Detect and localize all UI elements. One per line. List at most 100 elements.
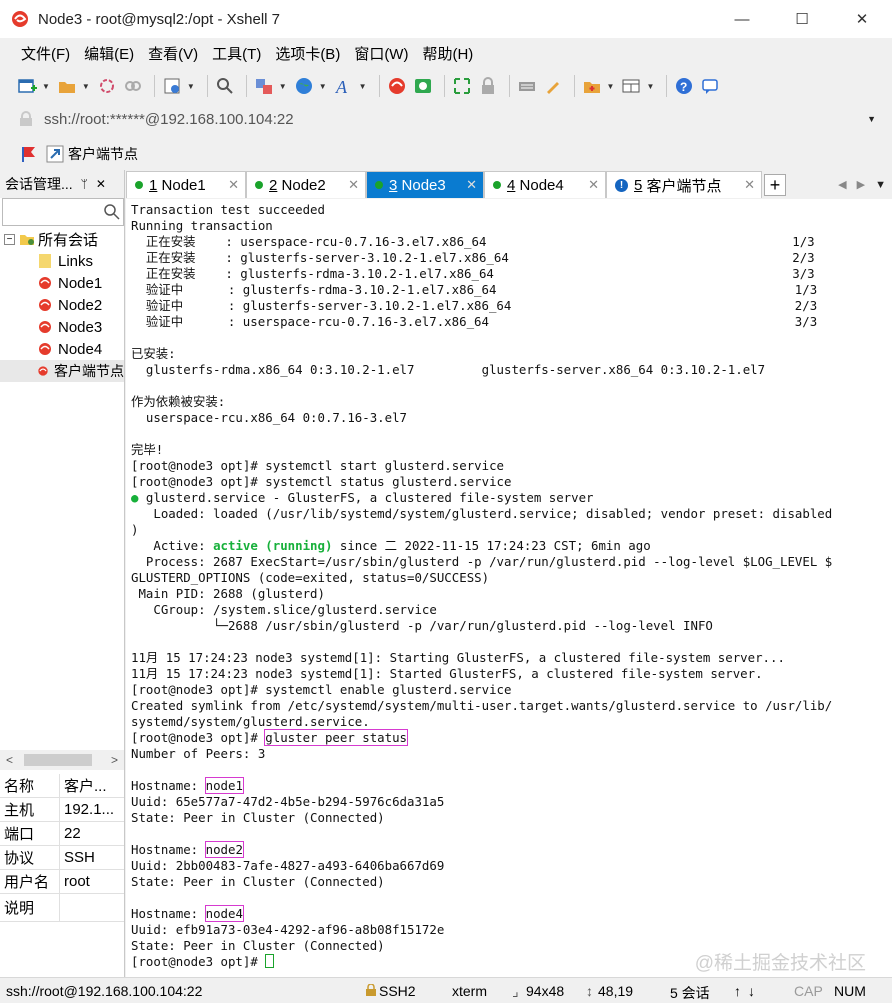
menu-tools[interactable]: 工具(T): [205, 43, 268, 64]
connected-dot-icon: [255, 181, 263, 189]
toolbar-divider: [573, 75, 575, 97]
tree-item-client-node[interactable]: 客户端节点: [0, 360, 124, 382]
layout-icon[interactable]: [620, 75, 642, 97]
close-icon[interactable]: ✕: [96, 177, 106, 191]
tab-next-icon[interactable]: ▶: [857, 178, 865, 191]
menu-tabs[interactable]: 选项卡(B): [268, 43, 347, 64]
close-tab-icon[interactable]: ✕: [228, 177, 239, 193]
collapse-icon[interactable]: −: [4, 233, 15, 245]
fullscreen-icon[interactable]: [451, 75, 473, 97]
tree-item-node1[interactable]: Node1: [0, 272, 124, 294]
terminal-line: 验证中 : glusterfs-rdma-3.10.2-1.el7.x86_64…: [131, 282, 818, 297]
close-tab-icon[interactable]: ✕: [466, 177, 477, 193]
address-text[interactable]: ssh://root:******@192.168.100.104:22: [44, 111, 867, 128]
reconnect-icon[interactable]: [96, 75, 118, 97]
tab-prev-icon[interactable]: ◀: [838, 178, 846, 191]
open-folder-icon[interactable]: [56, 75, 78, 97]
property-key: 主机: [0, 798, 60, 821]
menu-edit[interactable]: 编辑(E): [77, 43, 141, 64]
scrollbar-thumb[interactable]: [24, 754, 92, 766]
tab-client-node[interactable]: ! 5 客户端节点 ✕: [606, 171, 762, 198]
sessions-up-icon[interactable]: ↑: [734, 983, 741, 999]
close-window-button[interactable]: ✕: [832, 0, 892, 38]
terminal-line: Hostname: node2: [131, 841, 244, 858]
status-connection: ssh://root@192.168.100.104:22: [6, 983, 203, 999]
pin-icon[interactable]: ᛘ: [81, 177, 88, 191]
menu-window[interactable]: 窗口(W): [347, 43, 415, 64]
menu-file[interactable]: 文件(F): [14, 43, 77, 64]
connected-dot-icon: [135, 181, 143, 189]
lock-icon[interactable]: [477, 75, 499, 97]
scroll-left-icon[interactable]: <: [6, 753, 13, 767]
session-search-input[interactable]: [2, 198, 124, 226]
tab-node4[interactable]: 4 Node4 ✕: [484, 171, 606, 198]
cursor-position-icon: ↕: [586, 983, 593, 999]
status-sessions[interactable]: 5 会话: [670, 983, 710, 1003]
watermark: @稀土掘金技术社区: [694, 953, 866, 974]
session-manager-panel: 会话管理... ᛘ ✕ − 所有会话 Links Node1 Node2 Nod…: [0, 170, 125, 977]
new-folder-icon[interactable]: [581, 75, 603, 97]
toolbar-divider: [443, 75, 445, 97]
status-cursor-position: 48,19: [598, 983, 634, 999]
transfer-icon[interactable]: [253, 75, 275, 97]
status-protocol: SSH2: [379, 983, 416, 999]
xshell-icon[interactable]: [386, 75, 408, 97]
chevron-down-icon[interactable]: ▼: [187, 82, 195, 91]
status-bar: ssh://root@192.168.100.104:22 SSH2 xterm…: [0, 977, 892, 1003]
chevron-down-icon[interactable]: ▼: [646, 82, 654, 91]
chevron-down-icon[interactable]: ▼: [82, 82, 90, 91]
properties-icon[interactable]: [161, 75, 183, 97]
terminal-view[interactable]: Transaction test succeeded Running transa…: [126, 199, 892, 977]
tree-item-links[interactable]: Links: [0, 250, 124, 272]
terminal-line: Active: active (running) since 二 2022-11…: [131, 538, 651, 553]
tree-item-node4[interactable]: Node4: [0, 338, 124, 360]
help-icon[interactable]: ?: [673, 75, 695, 97]
font-icon[interactable]: A: [333, 75, 355, 97]
chevron-down-icon[interactable]: ▼: [867, 114, 876, 124]
highlight-icon[interactable]: [542, 75, 564, 97]
terminal-line: userspace-rcu.x86_64 0:0.7.16-3.el7: [131, 410, 408, 425]
property-value: 22: [64, 825, 81, 842]
chat-icon[interactable]: [699, 75, 721, 97]
add-tab-button[interactable]: +: [764, 174, 786, 196]
minimize-button[interactable]: —: [712, 0, 772, 38]
status-size: 94x48: [526, 983, 565, 999]
menu-help[interactable]: 帮助(H): [415, 43, 480, 64]
property-value: [60, 894, 124, 921]
tab-node2[interactable]: 2 Node2 ✕: [246, 171, 366, 198]
chevron-down-icon[interactable]: ▼: [607, 82, 615, 91]
globe-icon[interactable]: [293, 75, 315, 97]
session-icon: [39, 343, 51, 355]
horizontal-scrollbar[interactable]: < >: [0, 750, 124, 770]
new-session-icon[interactable]: [16, 75, 38, 97]
tree-item-node2[interactable]: Node2: [0, 294, 124, 316]
close-tab-icon[interactable]: ✕: [588, 177, 599, 193]
quick-link-client-node[interactable]: 客户端节点: [68, 144, 138, 164]
menu-view[interactable]: 查看(V): [141, 43, 205, 64]
shortcut-arrow-icon[interactable]: [46, 145, 64, 163]
bookmark-flag-icon[interactable]: [20, 145, 38, 163]
chevron-down-icon[interactable]: ▼: [279, 82, 287, 91]
tree-item-node3[interactable]: Node3: [0, 316, 124, 338]
tab-node3[interactable]: 3 Node3 ✕: [366, 171, 484, 198]
disconnect-icon[interactable]: [122, 75, 144, 97]
chevron-down-icon[interactable]: ▼: [359, 82, 367, 91]
xftp-icon[interactable]: [412, 75, 434, 97]
address-bar[interactable]: ssh://root:******@192.168.100.104:22 ▼: [12, 104, 884, 134]
close-tab-icon[interactable]: ✕: [744, 177, 755, 193]
tree-item-all-sessions[interactable]: − 所有会话: [0, 228, 124, 250]
chevron-down-icon[interactable]: ▼: [42, 82, 50, 91]
tab-node1[interactable]: 1 Node1 ✕: [126, 171, 246, 198]
terminal-line: ● glusterd.service - GlusterFS, a cluste…: [131, 490, 594, 505]
find-icon[interactable]: [214, 75, 236, 97]
tab-list-chevron-icon[interactable]: ▼: [875, 179, 886, 191]
sessions-down-icon[interactable]: ↓: [748, 983, 755, 999]
search-icon[interactable]: [103, 203, 121, 221]
close-tab-icon[interactable]: ✕: [348, 177, 359, 193]
maximize-button[interactable]: ☐: [772, 0, 832, 38]
scroll-right-icon[interactable]: >: [111, 753, 118, 767]
property-key: 说明: [0, 894, 60, 921]
terminal-line: State: Peer in Cluster (Connected): [131, 810, 385, 825]
keyboard-icon[interactable]: [516, 75, 538, 97]
chevron-down-icon[interactable]: ▼: [319, 82, 327, 91]
